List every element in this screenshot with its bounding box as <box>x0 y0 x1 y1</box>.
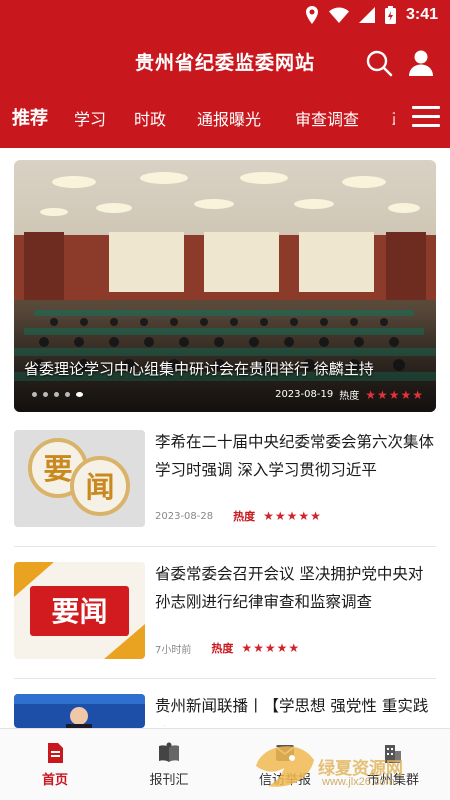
tab-exposure[interactable]: 通报曝光 <box>197 106 261 130</box>
carousel-dot[interactable] <box>32 392 37 397</box>
tab-more-cut[interactable]: 政 <box>392 106 395 130</box>
thumb-char-2: 闻 <box>85 470 114 504</box>
category-tabs: 推荐 学习 时政 通报曝光 审查调查 政 <box>0 96 395 146</box>
news-title[interactable]: 贵州新闻联播丨【学思想 强党性 重实践 建新功】 <box>155 694 435 726</box>
news-time: 2023-08-28 <box>155 510 214 522</box>
thumb-label: 要闻 <box>51 595 107 628</box>
news-title[interactable]: 省委常委会召开会议 坚决拥护党中央对孙志刚进行纪律审查和监察调查 <box>155 560 435 616</box>
news-thumbnail: 要 闻 <box>14 430 145 527</box>
carousel-dots <box>32 392 83 397</box>
nav-label: 首页 <box>41 773 68 788</box>
news-thumbnail <box>14 694 145 728</box>
carousel-dot[interactable] <box>65 392 70 397</box>
battery-charging-icon <box>384 6 396 24</box>
news-item[interactable]: 贵州新闻联播丨【学思想 强党性 重实践 建新功】 <box>14 694 436 728</box>
menu-icon[interactable] <box>412 106 440 132</box>
carousel-dot-active[interactable] <box>76 392 83 397</box>
tab-study[interactable]: 学习 <box>74 106 106 130</box>
divider <box>14 678 436 679</box>
title-bar: 贵州省纪委监委网站 <box>0 38 450 88</box>
heat-label: 热度 <box>211 642 234 655</box>
document-icon <box>48 743 63 763</box>
nav-home[interactable]: 首页 <box>10 735 100 788</box>
news-time: 7小时前 <box>155 644 192 656</box>
divider <box>14 546 436 547</box>
hero-banner[interactable]: 省委理论学习中心组集中研讨会在贵阳举行 徐麟主持 2023-08-19 热度 ★… <box>14 160 436 412</box>
nav-label: 报刊汇 <box>149 773 189 788</box>
thumb-char-1: 要 <box>43 452 72 486</box>
active-tab-indicator <box>26 148 36 152</box>
app-header: 3:41 贵州省纪委监委网站 推荐 学习 时政 通报曝光 审查调查 政 <box>0 0 450 148</box>
status-bar: 3:41 <box>0 0 450 32</box>
carousel-dot[interactable] <box>43 392 48 397</box>
signal-icon <box>358 7 375 23</box>
tab-politics[interactable]: 时政 <box>134 106 166 130</box>
news-title[interactable]: 李希在二十届中央纪委常委会第六次集体学习时强调 深入学习贯彻习近平 <box>155 428 435 484</box>
user-icon[interactable] <box>406 48 436 78</box>
news-item[interactable]: 要闻 省委常委会召开会议 坚决拥护党中央对孙志刚进行纪律审查和监察调查 7小时前… <box>14 562 436 680</box>
watermark-url: www.jlx26.com <box>322 776 395 788</box>
location-icon <box>305 6 318 24</box>
carousel-dot[interactable] <box>54 392 59 397</box>
news-meta: 7小时前 热度 ★★★★★ <box>155 640 300 656</box>
search-icon[interactable] <box>364 48 394 78</box>
nav-publications[interactable]: 报刊汇 <box>124 735 214 788</box>
hero-date: 2023-08-19 <box>275 389 334 400</box>
status-time: 3:41 <box>405 6 438 23</box>
heat-stars: ★★★★★ <box>263 509 322 523</box>
news-item[interactable]: 要 闻 李希在二十届中央纪委常委会第六次集体学习时强调 深入学习贯彻习近平 20… <box>14 430 436 548</box>
news-meta: 2023-08-28 热度 ★★★★★ <box>155 508 322 524</box>
news-thumbnail: 要闻 <box>14 562 145 659</box>
hero-caption[interactable]: 省委理论学习中心组集中研讨会在贵阳举行 徐麟主持 <box>24 358 428 379</box>
hero-heat-label: 热度 <box>339 391 360 402</box>
tab-investigation[interactable]: 审查调查 <box>295 106 359 130</box>
heat-stars: ★★★★★ <box>241 641 301 655</box>
hero-heat-stars: ★★★★★ <box>365 387 424 402</box>
tab-recommend[interactable]: 推荐 <box>12 104 48 130</box>
book-icon <box>159 742 179 762</box>
hero-meta: 2023-08-19 热度 ★★★★★ <box>275 387 424 403</box>
wifi-icon <box>328 7 349 23</box>
heat-label: 热度 <box>233 510 256 523</box>
